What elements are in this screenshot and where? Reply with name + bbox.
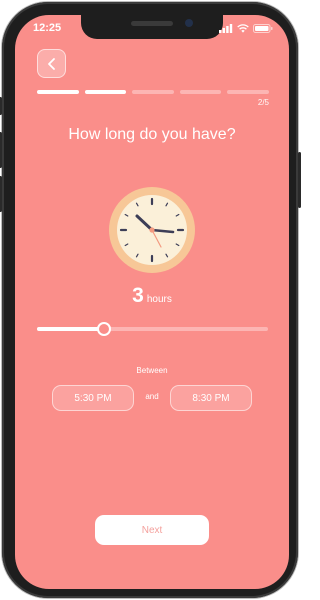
chevron-left-icon (47, 57, 55, 70)
question-heading: How long do you have? (68, 126, 236, 143)
slider-thumb[interactable] (96, 322, 111, 336)
duration-unit: hours (146, 294, 172, 305)
mute-switch (0, 97, 2, 115)
duration-display: 3 hours (15, 284, 289, 308)
power-button (298, 152, 301, 208)
battery-icon (253, 23, 273, 33)
slider-fill (37, 327, 104, 331)
start-time-button[interactable]: 5:30 PM (52, 385, 134, 411)
progress-segment (84, 90, 127, 94)
home-indicator (102, 577, 202, 581)
status-time: 12:25 (33, 22, 62, 34)
front-camera (185, 19, 193, 27)
clock-icon (109, 187, 195, 273)
wifi-icon (237, 23, 249, 33)
back-button[interactable] (37, 49, 66, 78)
duration-slider[interactable] (37, 321, 268, 337)
signal-icon (219, 23, 233, 33)
progress-segment (37, 90, 79, 94)
and-label: and (145, 392, 159, 401)
phone-frame: 12:25 2/5 How long do you have? 3 hours … (0, 2, 301, 598)
end-time-button[interactable]: 8:30 PM (170, 385, 252, 411)
step-progress-bar (37, 90, 269, 94)
progress-segment (227, 90, 269, 94)
volume-down-button (0, 176, 2, 212)
step-counter: 2/5 (257, 98, 269, 107)
app-screen: 12:25 2/5 How long do you have? 3 hours … (15, 15, 289, 589)
duration-value: 3 (132, 284, 144, 307)
between-label: Between (136, 366, 168, 375)
speaker-grille (131, 21, 173, 26)
next-button[interactable]: Next (95, 515, 209, 545)
status-icons (219, 23, 273, 33)
volume-up-button (0, 132, 2, 168)
notch (81, 15, 223, 39)
progress-segment (179, 90, 222, 94)
progress-segment (132, 90, 174, 94)
